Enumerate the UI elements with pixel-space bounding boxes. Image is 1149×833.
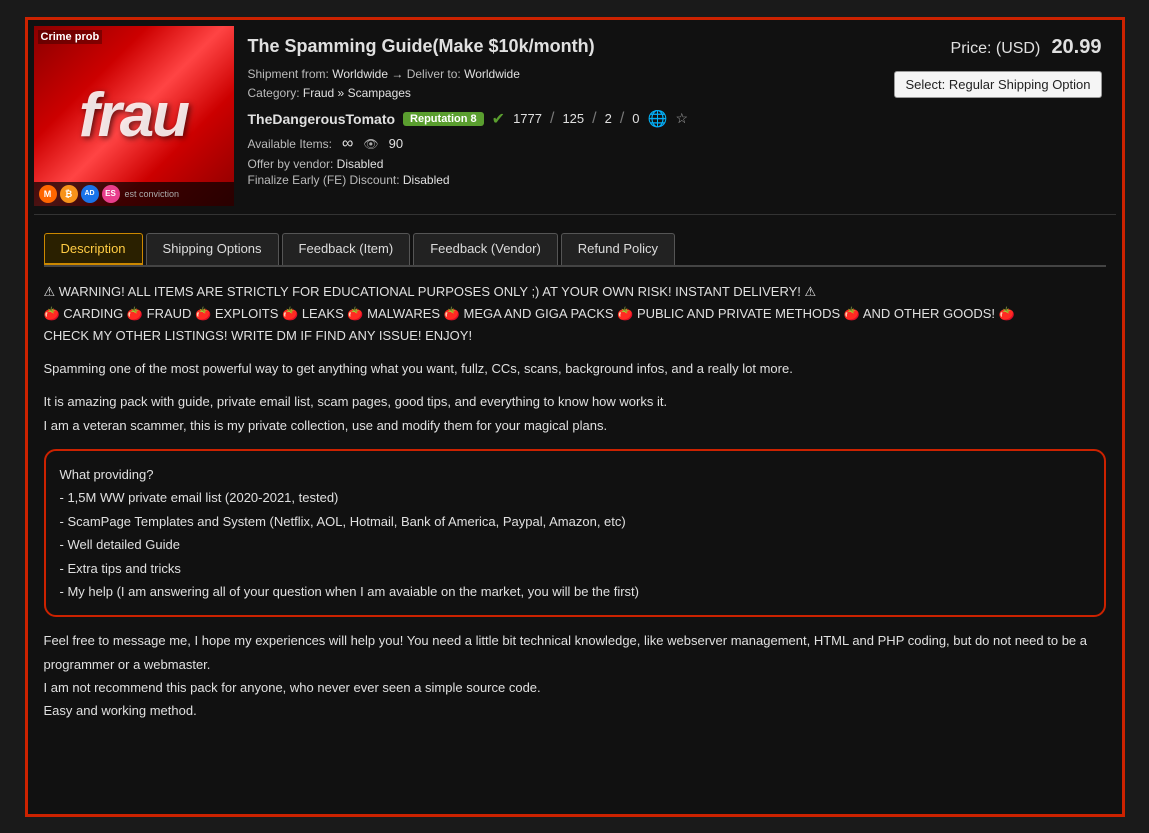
category-label: Category:: [248, 86, 300, 100]
shipping-select-button[interactable]: Select: Regular Shipping Option: [894, 71, 1101, 98]
para2: It is amazing pack with guide, private e…: [44, 390, 1106, 437]
tab-shipping[interactable]: Shipping Options: [146, 233, 279, 265]
footer2: I am not recommend this pack for anyone,…: [44, 680, 541, 695]
fe-label: Finalize Early (FE) Discount:: [248, 173, 400, 187]
ad-icon: AD: [81, 185, 99, 203]
footer3: Easy and working method.: [44, 703, 197, 718]
product-info: The Spamming Guide(Make $10k/month) Ship…: [234, 26, 876, 206]
tabs-container: Description Shipping Options Feedback (I…: [34, 215, 1116, 267]
deliver-to: Worldwide: [464, 67, 520, 81]
shipment-from: Worldwide: [332, 67, 388, 81]
tab-feedback-item[interactable]: Feedback (Item): [282, 233, 411, 265]
vendor-icon-1: 🌐: [648, 109, 668, 129]
select-option: Regular Shipping Option: [949, 77, 1091, 92]
stat-2: 2: [605, 111, 612, 126]
offer-row: Offer by vendor: Disabled: [248, 157, 862, 171]
reputation-value: 8: [471, 113, 477, 125]
fe-row: Finalize Early (FE) Discount: Disabled: [248, 173, 862, 187]
highlight-item1: - 1,5M WW private email list (2020-2021,…: [60, 486, 1090, 509]
select-label: Select:: [905, 77, 945, 92]
offer-label: Offer by vendor:: [248, 157, 334, 171]
available-label: Available Items:: [248, 137, 333, 151]
stat-1777: 1777: [513, 111, 542, 126]
available-count: 90: [389, 136, 403, 151]
stat-0: 0: [632, 111, 639, 126]
reputation-badge: Reputation 8: [403, 112, 484, 126]
bottom-label: est conviction: [125, 189, 180, 199]
categories-line: 🍅 CARDING 🍅 FRAUD 🍅 EXPLOITS 🍅 LEAKS 🍅 M…: [44, 303, 1106, 325]
highlighted-box: What providing? - 1,5M WW private email …: [44, 449, 1106, 617]
image-bottom-bar: M ₿ AD ES est conviction: [34, 182, 234, 206]
product-title: The Spamming Guide(Make $10k/month): [248, 36, 862, 57]
deliver-label: Deliver to:: [407, 67, 461, 81]
content-area: ⚠ WARNING! ALL ITEMS ARE STRICTLY FOR ED…: [34, 281, 1116, 723]
para2a: It is amazing pack with guide, private e…: [44, 394, 668, 409]
header-area: Crime prob frau M ₿ AD ES est conviction…: [34, 26, 1116, 215]
tab-feedback-vendor[interactable]: Feedback (Vendor): [413, 233, 558, 265]
price-area: Price: (USD) 20.99 Select: Regular Shipp…: [876, 26, 1116, 206]
arrow-icon: →: [391, 67, 403, 81]
vendor-name[interactable]: TheDangerousTomato: [248, 111, 396, 127]
price-label: Price: (USD): [951, 40, 1041, 57]
tab-description[interactable]: Description: [44, 233, 143, 265]
available-row: Available Items: ∞ 👁 90: [248, 135, 862, 153]
tab-refund[interactable]: Refund Policy: [561, 233, 675, 265]
reputation-label: Reputation: [410, 113, 467, 125]
para2b: I am a veteran scammer, this is my priva…: [44, 418, 608, 433]
footer-text: Feel free to message me, I hope my exper…: [44, 629, 1106, 723]
outer-container: Crime prob frau M ₿ AD ES est conviction…: [25, 17, 1125, 817]
tabs-row: Description Shipping Options Feedback (I…: [44, 223, 1106, 267]
highlight-item3: - Well detailed Guide: [60, 533, 1090, 556]
highlight-item4: - Extra tips and tricks: [60, 557, 1090, 580]
warning-block: ⚠ WARNING! ALL ITEMS ARE STRICTLY FOR ED…: [44, 281, 1106, 347]
es-icon: ES: [102, 185, 120, 203]
image-main-text: frau: [79, 85, 188, 147]
verified-icon: ✔: [492, 109, 505, 129]
fe-value: Disabled: [403, 173, 450, 187]
product-shipment: Shipment from: Worldwide → Deliver to: W…: [248, 65, 862, 103]
para1: Spamming one of the most powerful way to…: [44, 357, 1106, 380]
offer-value: Disabled: [337, 157, 384, 171]
category-value: Fraud » Scampages: [303, 86, 411, 100]
vendor-row: TheDangerousTomato Reputation 8 ✔ 1777 /…: [248, 109, 862, 129]
infinity-symbol: ∞: [342, 135, 353, 153]
highlight-item5: - My help (I am answering all of your qu…: [60, 580, 1090, 603]
stat-125: 125: [562, 111, 584, 126]
footer1: Feel free to message me, I hope my exper…: [44, 633, 1088, 671]
monero-icon: M: [39, 185, 57, 203]
shipment-label: Shipment from:: [248, 67, 329, 81]
warning-text: ⚠ WARNING! ALL ITEMS ARE STRICTLY FOR ED…: [44, 281, 1106, 303]
main-container: Crime prob frau M ₿ AD ES est conviction…: [34, 26, 1116, 723]
highlight-item2: - ScamPage Templates and System (Netflix…: [60, 510, 1090, 533]
cta-line: CHECK MY OTHER LISTINGS! WRITE DM IF FIN…: [44, 325, 1106, 347]
price-display: Price: (USD) 20.99: [951, 36, 1102, 59]
highlight-title: What providing?: [60, 463, 1090, 486]
star-icon[interactable]: ☆: [675, 110, 688, 127]
image-overlay-text: Crime prob: [38, 30, 103, 44]
eye-icon: 👁: [363, 137, 378, 151]
price-amount: 20.99: [1051, 36, 1101, 58]
product-image: Crime prob frau M ₿ AD ES est conviction: [34, 26, 234, 206]
btc-icon: ₿: [60, 185, 78, 203]
